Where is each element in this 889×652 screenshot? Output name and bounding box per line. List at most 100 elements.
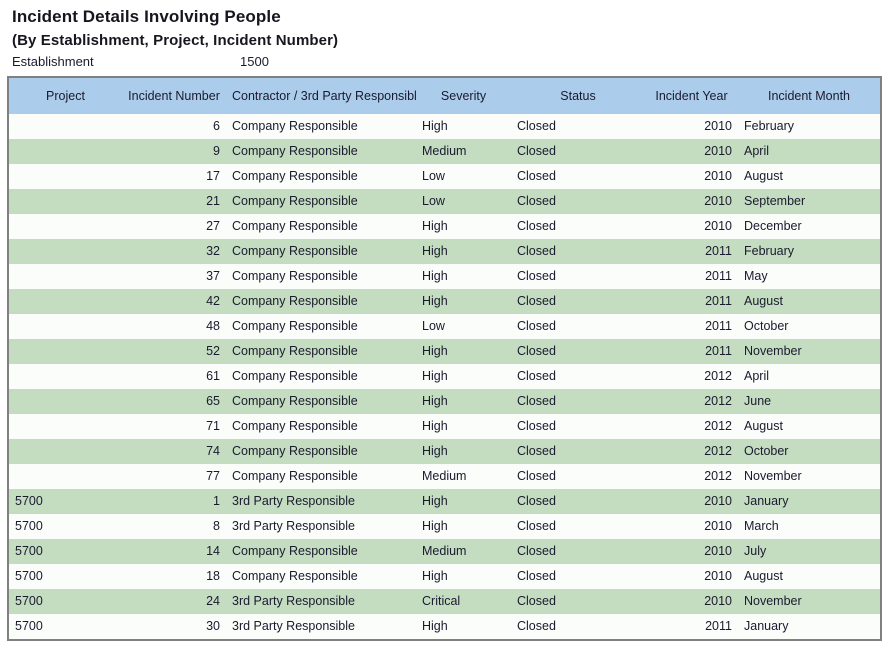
cell-status-text: Closed — [517, 294, 556, 308]
cell-year: 2010 — [645, 164, 738, 189]
cell-status-text: Closed — [517, 444, 556, 458]
cell-severity-text: High — [422, 419, 448, 433]
column-header-severity-label: Severity — [440, 88, 487, 103]
cell-incident_number: 1 — [122, 489, 226, 514]
cell-contractor-text: Company Responsible — [232, 294, 358, 308]
cell-project — [9, 439, 122, 464]
cell-incident_number: 8 — [122, 514, 226, 539]
cell-contractor: Company Responsible — [226, 389, 416, 414]
cell-status: Closed — [511, 314, 645, 339]
cell-contractor-text: Company Responsible — [232, 569, 358, 583]
cell-status-text: Closed — [517, 269, 556, 283]
establishment-label: Establishment — [12, 54, 94, 69]
cell-month: November — [738, 339, 880, 364]
cell-year-text: 2012 — [704, 419, 732, 433]
cell-incident_number: 30 — [122, 614, 226, 639]
cell-month-text: February — [744, 119, 795, 133]
cell-incident_number: 48 — [122, 314, 226, 339]
column-header-contractor-label: Contractor / 3rd Party Responsible — [232, 88, 416, 103]
cell-project — [9, 239, 122, 264]
cell-project — [9, 189, 122, 214]
cell-severity-text: High — [422, 369, 448, 383]
cell-year: 2010 — [645, 564, 738, 589]
cell-month-text: November — [744, 594, 802, 608]
cell-month: October — [738, 439, 880, 464]
cell-contractor-text: Company Responsible — [232, 544, 358, 558]
cell-project — [9, 414, 122, 439]
cell-year-text: 2010 — [704, 194, 732, 208]
establishment-value: 1500 — [240, 54, 269, 69]
table-header: Project Incident Number Contractor / 3rd… — [9, 78, 880, 114]
cell-year: 2011 — [645, 314, 738, 339]
column-header-contractor[interactable]: Contractor / 3rd Party Responsible — [226, 78, 416, 114]
cell-month: April — [738, 139, 880, 164]
column-header-incident-number-label: Incident Number — [128, 88, 220, 103]
cell-project-text: 5700 — [15, 544, 43, 558]
cell-status-text: Closed — [517, 594, 556, 608]
cell-year-text: 2011 — [705, 244, 732, 258]
cell-project — [9, 139, 122, 164]
cell-month-text: October — [744, 444, 789, 458]
cell-severity: Medium — [416, 139, 511, 164]
cell-incident_number-text: 24 — [206, 594, 220, 608]
cell-contractor: 3rd Party Responsible — [226, 614, 416, 639]
cell-status: Closed — [511, 289, 645, 314]
cell-incident_number: 24 — [122, 589, 226, 614]
cell-project — [9, 214, 122, 239]
cell-project: 5700 — [9, 514, 122, 539]
cell-incident_number-text: 48 — [206, 319, 220, 333]
cell-project-text: 5700 — [15, 494, 43, 508]
column-header-incident-number[interactable]: Incident Number — [122, 78, 226, 114]
column-header-incident-month[interactable]: Incident Month — [738, 78, 880, 114]
cell-year-text: 2010 — [704, 594, 732, 608]
cell-status: Closed — [511, 114, 645, 139]
column-header-incident-year[interactable]: Incident Year — [645, 78, 738, 114]
table-row: 5700 30 3rd Party Responsible High Closed 201… — [9, 614, 880, 639]
cell-status: Closed — [511, 514, 645, 539]
cell-incident_number-text: 77 — [206, 469, 220, 483]
cell-incident_number: 37 — [122, 264, 226, 289]
cell-status: Closed — [511, 614, 645, 639]
table-row: 71 Company Responsible High Closed 2012 Augus… — [9, 414, 880, 439]
cell-project — [9, 314, 122, 339]
column-header-project[interactable]: Project — [9, 78, 122, 114]
cell-year: 2011 — [645, 289, 738, 314]
cell-contractor-text: Company Responsible — [232, 419, 358, 433]
cell-incident_number-text: 37 — [206, 269, 220, 283]
cell-incident_number: 71 — [122, 414, 226, 439]
cell-project-text: 5700 — [15, 619, 43, 633]
cell-month: August — [738, 564, 880, 589]
cell-year: 2010 — [645, 114, 738, 139]
cell-severity: High — [416, 514, 511, 539]
cell-status: Closed — [511, 339, 645, 364]
cell-severity-text: High — [422, 219, 448, 233]
page-subtitle: (By Establishment, Project, Incident Num… — [12, 32, 339, 49]
cell-incident_number-text: 1 — [213, 494, 220, 508]
cell-incident_number-text: 71 — [206, 419, 220, 433]
cell-year-text: 2012 — [704, 369, 732, 383]
cell-status: Closed — [511, 564, 645, 589]
table-row: 21 Company Responsible Low Closed 2010 Septem… — [9, 189, 880, 214]
column-header-status-label: Status — [560, 88, 596, 103]
page-title: Incident Details Involving People — [12, 7, 281, 26]
column-header-incident-month-label: Incident Month — [768, 88, 850, 103]
cell-severity: High — [416, 389, 511, 414]
cell-month: June — [738, 389, 880, 414]
cell-year: 2010 — [645, 214, 738, 239]
cell-severity-text: Low — [422, 169, 445, 183]
cell-contractor: Company Responsible — [226, 564, 416, 589]
cell-year-text: 2012 — [704, 469, 732, 483]
cell-contractor: Company Responsible — [226, 189, 416, 214]
cell-incident_number-text: 61 — [206, 369, 220, 383]
cell-severity-text: High — [422, 494, 448, 508]
table-row: 42 Company Responsible High Closed 2011 Augus… — [9, 289, 880, 314]
cell-severity: Low — [416, 164, 511, 189]
cell-contractor: Company Responsible — [226, 289, 416, 314]
column-header-severity[interactable]: Severity — [416, 78, 511, 114]
cell-year: 2010 — [645, 539, 738, 564]
cell-status-text: Closed — [517, 544, 556, 558]
cell-status: Closed — [511, 239, 645, 264]
cell-severity: Medium — [416, 464, 511, 489]
cell-year-text: 2011 — [705, 344, 732, 358]
column-header-status[interactable]: Status — [511, 78, 645, 114]
